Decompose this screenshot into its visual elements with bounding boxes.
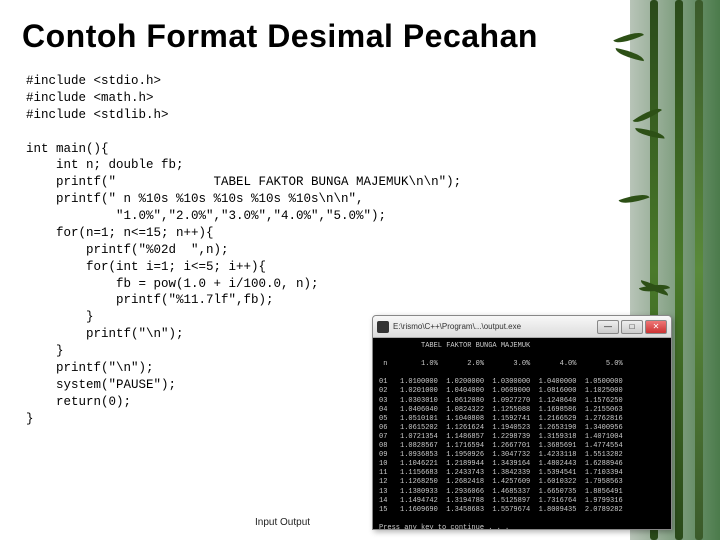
- console-window: E:\rismo\C++\Program\...\output.exe — □ …: [372, 315, 672, 530]
- maximize-button[interactable]: □: [621, 320, 643, 334]
- window-title: E:\rismo\C++\Program\...\output.exe: [393, 322, 597, 331]
- app-icon: [377, 321, 389, 333]
- minimize-button[interactable]: —: [597, 320, 619, 334]
- close-button[interactable]: ✕: [645, 320, 667, 334]
- footer-label: Input Output: [255, 517, 310, 528]
- console-output: TABEL FAKTOR BUNGA MAJEMUK n 1.0% 2.0% 3…: [373, 338, 671, 529]
- window-titlebar: E:\rismo\C++\Program\...\output.exe — □ …: [373, 316, 671, 338]
